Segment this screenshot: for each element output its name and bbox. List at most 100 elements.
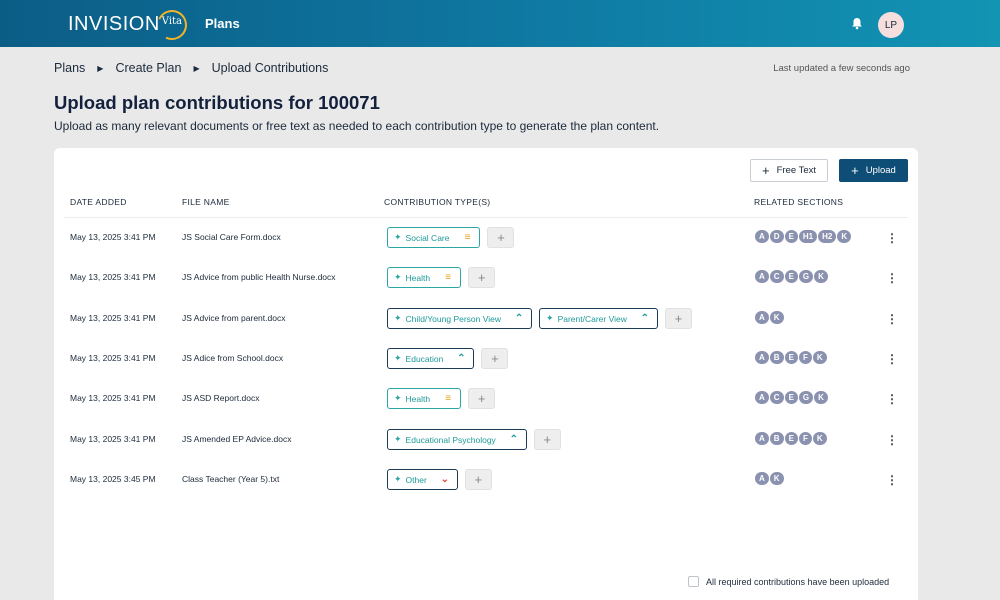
status-equal-icon: ≡	[445, 393, 452, 404]
section-badge: B	[768, 431, 785, 446]
section-badge: K	[768, 310, 785, 325]
sparkle-icon: ✦	[394, 434, 402, 444]
more-options-icon[interactable]: ⋮	[886, 311, 898, 327]
contribution-type-label: Health	[405, 272, 431, 283]
sparkle-icon: ✦	[394, 353, 402, 363]
add-contribution-type-button[interactable]: +	[464, 469, 492, 490]
more-options-icon[interactable]: ⋮	[886, 230, 898, 246]
contribution-type-chip[interactable]: ✦ Parent/Carer View ⌃	[539, 308, 658, 329]
section-badge: K	[813, 269, 829, 284]
contribution-types: ✦ Educational Psychology ⌃ +	[387, 429, 561, 450]
section-badge: K	[836, 229, 853, 244]
chevron-right-icon: ▶	[97, 63, 104, 73]
contribution-type-chip[interactable]: ✦ Social Care ≡	[387, 227, 481, 248]
contribution-type-chip[interactable]: ✦ Educational Psychology ⌃	[387, 429, 527, 450]
section-badge: A	[754, 431, 770, 446]
section-badge: A	[754, 350, 770, 365]
bell-icon[interactable]	[850, 17, 864, 31]
related-sections: ABEFK	[754, 431, 828, 446]
chevron-up-icon: ⌃	[509, 434, 518, 445]
file-name-cell[interactable]: Class Teacher (Year 5).txt	[182, 474, 279, 484]
header-file-name: FILE NAME	[182, 197, 230, 207]
section-badge: A	[754, 269, 770, 284]
chevron-up-icon: ⌃	[514, 313, 524, 324]
section-badge: K	[811, 431, 828, 446]
file-name-cell[interactable]: JS Social Care Form.docx	[182, 232, 281, 242]
section-badge: A	[754, 471, 770, 486]
related-sections: ACEGK	[754, 269, 829, 284]
sparkle-icon: ✦	[394, 232, 402, 242]
breadcrumb-create-plan[interactable]: Create Plan	[115, 61, 181, 75]
breadcrumb-upload-contributions: Upload Contributions	[211, 61, 329, 75]
add-contribution-type-button[interactable]: +	[468, 267, 496, 288]
contribution-type-chip[interactable]: ✦ Other ⌄	[387, 469, 458, 490]
more-options-icon[interactable]: ⋮	[886, 472, 898, 488]
add-contribution-type-button[interactable]: +	[487, 227, 515, 248]
add-contribution-type-button[interactable]: +	[468, 388, 496, 409]
related-sections: AK	[754, 471, 785, 486]
related-sections: ABEFK	[754, 350, 828, 365]
section-badge: K	[813, 390, 829, 405]
upload-button[interactable]: + Upload	[839, 159, 908, 182]
section-badge: E	[783, 350, 799, 365]
section-badge: H2	[817, 229, 838, 244]
sparkle-icon: ✦	[546, 313, 554, 323]
table-row: May 13, 2025 3:41 PM JS Advice from publi…	[54, 258, 918, 298]
table-row: May 13, 2025 3:41 PM JS Adice from School…	[54, 339, 918, 379]
contribution-types: ✦ Health ≡ +	[387, 388, 496, 409]
contribution-type-label: Other	[405, 474, 427, 485]
all-uploaded-checkbox-row[interactable]: All required contributions have been upl…	[688, 576, 889, 587]
plus-icon: +	[851, 162, 859, 178]
contribution-type-chip[interactable]: ✦ Health ≡	[387, 388, 462, 409]
file-name-cell[interactable]: JS Advice from public Health Nurse.docx	[182, 272, 336, 282]
contribution-type-label: Educational Psychology	[405, 434, 496, 445]
date-added-cell: May 13, 2025 3:41 PM	[70, 232, 156, 242]
more-options-icon[interactable]: ⋮	[886, 270, 898, 286]
contribution-types: ✦ Child/Young Person View ⌃ ✦ Parent/Carer V…	[387, 308, 692, 329]
logo-sub: Vita	[161, 16, 183, 27]
file-name-cell[interactable]: JS ASD Report.docx	[182, 393, 259, 403]
add-contribution-type-button[interactable]: +	[533, 429, 561, 450]
more-options-icon[interactable]: ⋮	[886, 351, 898, 367]
file-name-cell[interactable]: JS Adice from School.docx	[182, 353, 283, 363]
contribution-type-chip[interactable]: ✦ Education ⌃	[387, 348, 475, 369]
all-uploaded-checkbox[interactable]	[688, 576, 699, 587]
section-badge: A	[754, 310, 770, 325]
plus-icon: +	[761, 162, 770, 178]
date-added-cell: May 13, 2025 3:41 PM	[70, 353, 156, 363]
file-name-cell[interactable]: JS Amended EP Advice.docx	[182, 434, 291, 444]
breadcrumb-plans[interactable]: Plans	[54, 61, 85, 75]
table-row: May 13, 2025 3:45 PM Class Teacher (Year …	[54, 460, 918, 500]
add-contribution-type-button[interactable]: +	[481, 348, 509, 369]
related-sections: A D E H1 H2 K	[754, 229, 853, 244]
more-options-icon[interactable]: ⋮	[886, 432, 898, 448]
page-subtitle: Upload as many relevant documents or fre…	[54, 119, 660, 133]
free-text-label: Free Text	[776, 165, 817, 176]
table-row: May 13, 2025 3:41 PM JS Social Care Form.…	[54, 218, 918, 258]
add-contribution-type-button[interactable]: +	[664, 308, 692, 329]
contribution-type-chip[interactable]: ✦ Child/Young Person View ⌃	[387, 308, 533, 329]
section-badge: F	[797, 431, 813, 446]
contribution-type-label: Health	[405, 393, 431, 404]
section-badge: E	[783, 269, 799, 284]
chevron-up-icon: ⌃	[640, 313, 650, 324]
sparkle-icon: ✦	[394, 313, 402, 323]
date-added-cell: May 13, 2025 3:41 PM	[70, 434, 156, 444]
contribution-type-label: Child/Young Person View	[405, 313, 502, 324]
free-text-button[interactable]: + Free Text	[750, 159, 828, 182]
avatar[interactable]: LP	[878, 12, 904, 38]
app-logo[interactable]: INVISION Vita	[68, 5, 192, 45]
date-added-cell: May 13, 2025 3:45 PM	[70, 474, 156, 484]
status-equal-icon: ≡	[464, 232, 471, 243]
nav-plans-link[interactable]: Plans	[205, 16, 240, 31]
section-badge: C	[768, 390, 785, 405]
top-bar: INVISION Vita Plans LP	[0, 0, 1000, 47]
file-name-cell[interactable]: JS Advice from parent.docx	[182, 313, 285, 323]
breadcrumb: Plans ▶ Create Plan ▶ Upload Contributio…	[54, 61, 328, 75]
contribution-type-chip[interactable]: ✦ Health ≡	[387, 267, 462, 288]
more-options-icon[interactable]: ⋮	[886, 391, 898, 407]
section-badge: C	[768, 269, 785, 284]
sparkle-icon: ✦	[394, 474, 402, 484]
chevron-down-icon: ⌄	[440, 474, 449, 485]
section-badge: K	[768, 471, 785, 486]
